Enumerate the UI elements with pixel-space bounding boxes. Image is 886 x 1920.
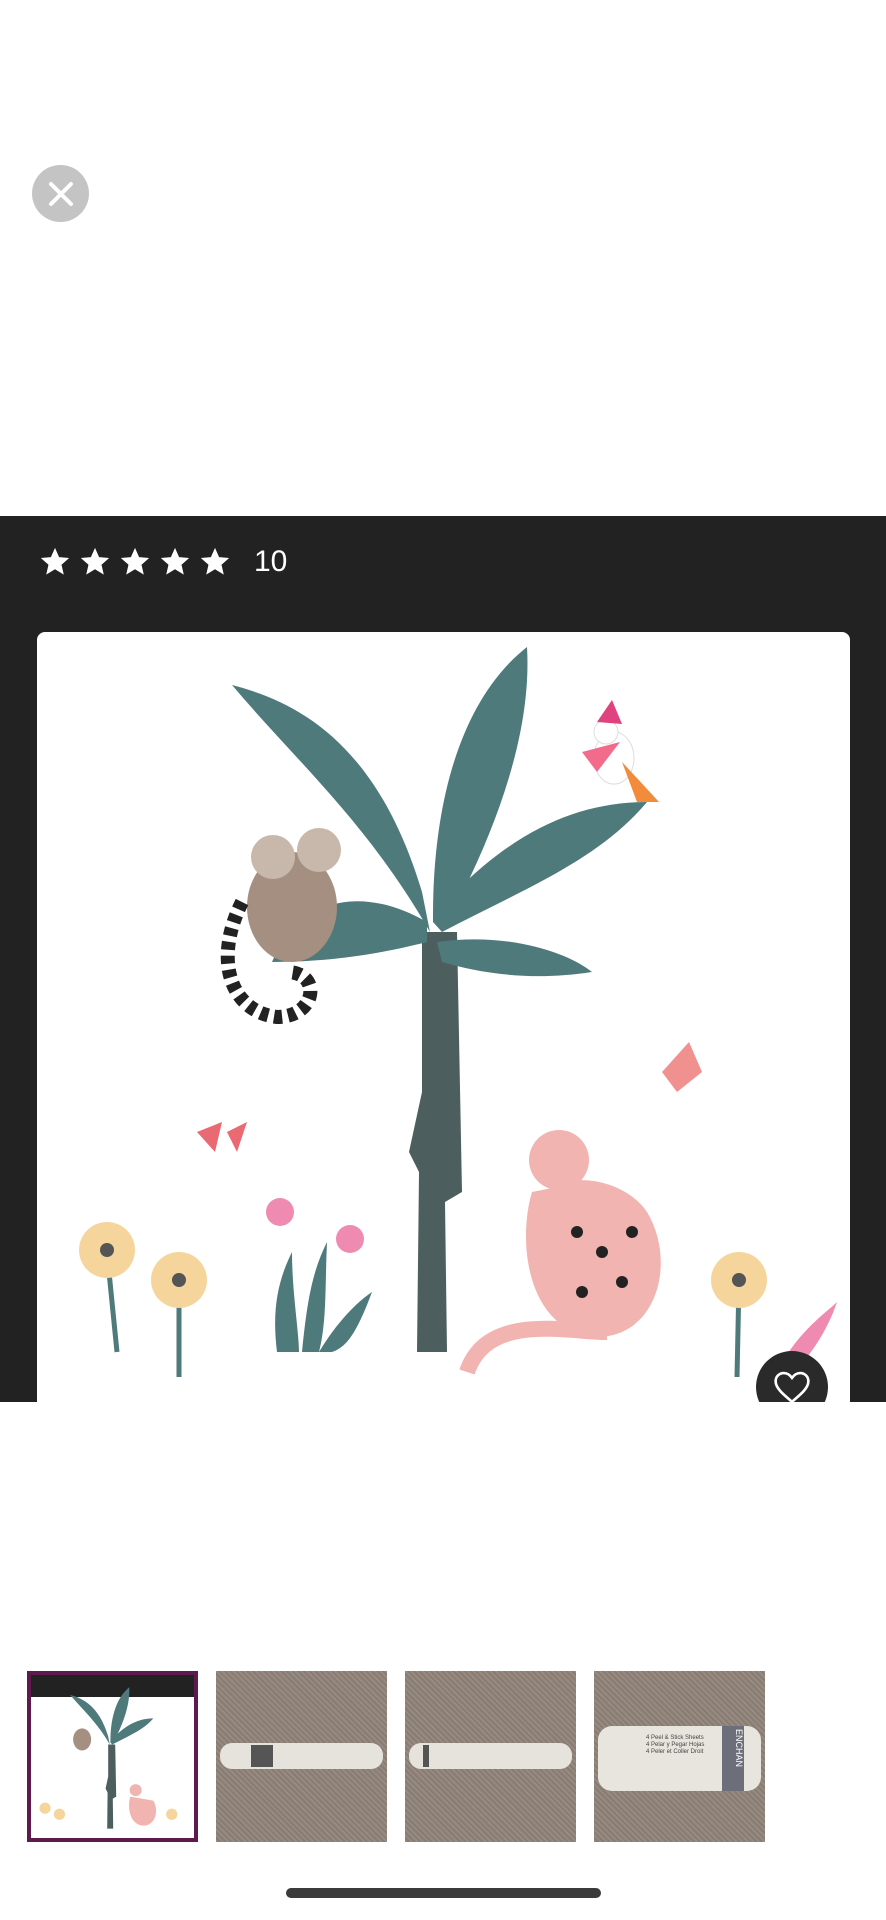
close-button[interactable] — [32, 165, 89, 222]
thumb-label-line: 4 Peler et Coller Droit — [646, 1749, 704, 1755]
home-indicator[interactable] — [286, 1888, 601, 1898]
thumb-label-line: 4 Pelar y Pegar Hojas — [646, 1742, 705, 1748]
thumbnail-illustration — [39, 1687, 178, 1829]
heart-icon — [774, 1371, 810, 1402]
thumbnail-1[interactable] — [27, 1671, 198, 1842]
rating-count: 10 — [254, 545, 288, 578]
image-viewer: 10 — [0, 516, 886, 1402]
thumbnail-strip: 4 Peel & Stick Sheets 4 Pelar y Pegar Ho… — [27, 1671, 765, 1842]
star-icon — [80, 547, 110, 575]
star-icon — [40, 547, 70, 575]
thumbnail-2[interactable] — [216, 1671, 387, 1842]
jungle-decal-illustration — [79, 647, 837, 1378]
close-icon — [48, 181, 73, 206]
star-icon — [200, 547, 230, 575]
star-icon — [120, 547, 150, 575]
thumbnail-4[interactable]: 4 Peel & Stick Sheets 4 Pelar y Pegar Ho… — [594, 1671, 765, 1842]
thumbnail-3[interactable] — [405, 1671, 576, 1842]
rating: 10 — [38, 540, 287, 584]
thumb-brand: ENCHAN — [734, 1729, 744, 1768]
star-icon — [160, 547, 190, 575]
product-image[interactable] — [37, 632, 850, 1402]
thumb-label-line: 4 Peel & Stick Sheets — [646, 1735, 704, 1741]
